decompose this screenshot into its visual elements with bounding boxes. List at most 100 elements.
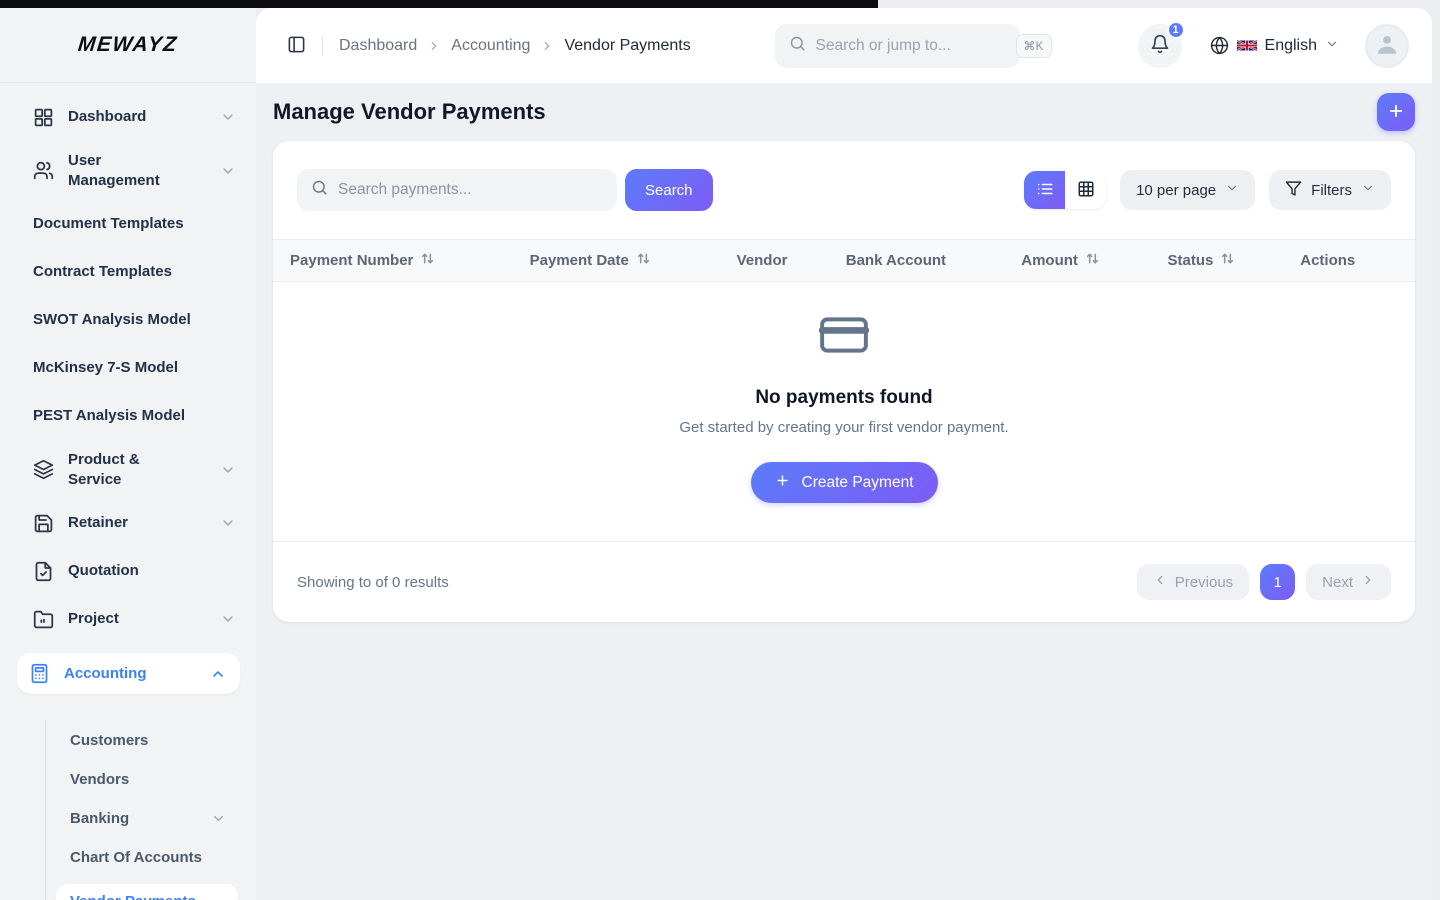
sidebar-item-user-management[interactable]: User Management [16,151,240,190]
pagination: Previous 1 Next [1137,564,1391,600]
payments-search-input[interactable] [338,181,603,199]
column-actions: Actions [1300,252,1399,269]
per-page-select[interactable]: 10 per page [1120,170,1255,210]
bell-icon [1150,34,1170,57]
chevron-left-icon [1153,573,1167,591]
column-label: Actions [1300,252,1355,269]
users-icon [33,160,54,181]
filters-label: Filters [1311,182,1352,199]
sidebar-item-pest-analysis[interactable]: PEST Analysis Model [16,402,240,430]
sidebar-item-dashboard[interactable]: Dashboard [16,103,240,131]
uk-flag-icon [1237,39,1257,52]
global-search-input[interactable] [816,37,1016,55]
folder-icon [33,609,54,630]
filters-button[interactable]: Filters [1269,170,1391,210]
chevron-down-icon [220,515,236,531]
sidebar-nav: Dashboard User Management Document Templ… [0,83,256,900]
dashboard-grid-icon [33,107,54,128]
chevron-down-icon [211,811,226,826]
global-search[interactable]: ⌘K [775,24,1020,68]
chevron-up-icon [210,666,226,682]
column-label: Bank Account [846,252,946,269]
sidebar-item-contract-templates[interactable]: Contract Templates [16,258,240,286]
search-button[interactable]: Search [625,169,713,211]
accounting-submenu: Customers Vendors Banking Chart Of Accou… [45,720,240,900]
panel-toggle-icon [287,35,306,57]
card-toolbar: Search 10 per page [273,141,1415,239]
sidebar-subitem-vendor-payments[interactable]: Vendor Payments [56,884,238,900]
breadcrumb: Dashboard Accounting Vendor Payments [339,37,691,55]
sidebar-item-retainer[interactable]: Retainer [16,509,240,537]
topbar: Dashboard Accounting Vendor Payments ⌘K … [256,8,1432,83]
breadcrumb-dashboard[interactable]: Dashboard [339,37,417,55]
sidebar-item-label: McKinsey 7-S Model [33,358,178,378]
payments-search[interactable] [297,169,617,211]
sidebar-item-document-templates[interactable]: Document Templates [16,210,240,238]
column-payment-number[interactable]: Payment Number [290,251,530,270]
list-view-button[interactable] [1024,171,1065,209]
chevron-right-icon [540,39,554,53]
plus-icon [775,473,790,493]
chevron-down-icon [1325,37,1339,54]
toolbar-right: 10 per page Filters [1024,170,1391,210]
column-label: Payment Date [530,252,629,269]
funnel-icon [1285,180,1302,201]
sort-icon [1220,251,1235,270]
column-amount[interactable]: Amount [1021,251,1167,270]
breadcrumb-current: Vendor Payments [564,37,690,55]
chevron-down-icon [220,163,236,179]
previous-label: Previous [1175,574,1233,591]
sidebar-item-product-service[interactable]: Product & Service [16,450,240,489]
sort-icon [420,251,435,270]
search-icon [311,179,328,201]
sidebar-subitem-chart-of-accounts[interactable]: Chart Of Accounts [56,845,240,870]
search-icon [789,35,806,57]
sidebar-item-label: Quotation [68,561,139,581]
sidebar-subitem-vendors[interactable]: Vendors [56,767,240,792]
layers-icon [33,459,54,480]
user-avatar[interactable] [1365,24,1409,68]
column-payment-date[interactable]: Payment Date [530,251,737,270]
sidebar-subitem-label: Vendor Payments [70,893,196,900]
title-row: Manage Vendor Payments [273,91,1415,133]
sidebar-item-label: Document Templates [33,214,184,234]
empty-state: No payments found Get started by creatin… [273,282,1415,541]
next-label: Next [1322,574,1353,591]
sidebar-item-mckinsey-7s[interactable]: McKinsey 7-S Model [16,354,240,382]
sidebar-item-swot-analysis[interactable]: SWOT Analysis Model [16,306,240,334]
chevron-down-icon [1361,181,1375,199]
previous-page-button[interactable]: Previous [1137,564,1249,600]
sidebar-item-label: SWOT Analysis Model [33,310,191,330]
results-summary: Showing to of 0 results [297,574,449,591]
page-number-button[interactable]: 1 [1260,564,1295,600]
chevron-right-icon [1361,573,1375,591]
sidebar-item-accounting[interactable]: Accounting [17,653,240,694]
add-payment-button[interactable] [1377,93,1415,131]
save-icon [33,513,54,534]
chevron-down-icon [220,462,236,478]
notifications-button[interactable]: 1 [1138,24,1182,68]
breadcrumb-accounting[interactable]: Accounting [451,37,530,55]
create-payment-button[interactable]: Create Payment [751,462,938,503]
sidebar: MEWAYZ Dashboard User Management Documen… [0,8,256,900]
sort-icon [1085,251,1100,270]
next-page-button[interactable]: Next [1306,564,1391,600]
sidebar-subitem-customers[interactable]: Customers [56,728,240,753]
column-status[interactable]: Status [1168,251,1301,270]
column-vendor: Vendor [737,252,846,269]
sidebar-subitem-label: Vendors [70,771,129,788]
sidebar-subitem-banking[interactable]: Banking [56,806,240,831]
brand-logo: MEWAYZ [77,33,179,57]
grid-view-button[interactable] [1065,171,1106,209]
sidebar-item-quotation[interactable]: Quotation [16,557,240,585]
sidebar-item-project[interactable]: Project [16,605,240,633]
sidebar-item-label: Accounting [64,664,147,684]
language-selector[interactable]: English [1210,36,1339,55]
table-header: Payment Number Payment Date Vendor Bank … [273,239,1415,282]
toolbar-left: Search [297,169,713,211]
empty-state-subtitle: Get started by creating your first vendo… [679,419,1008,436]
column-bank-account: Bank Account [846,252,1022,269]
sidebar-toggle-button[interactable] [283,31,310,61]
sidebar-item-label: Contract Templates [33,262,172,282]
page-title: Manage Vendor Payments [273,99,546,125]
